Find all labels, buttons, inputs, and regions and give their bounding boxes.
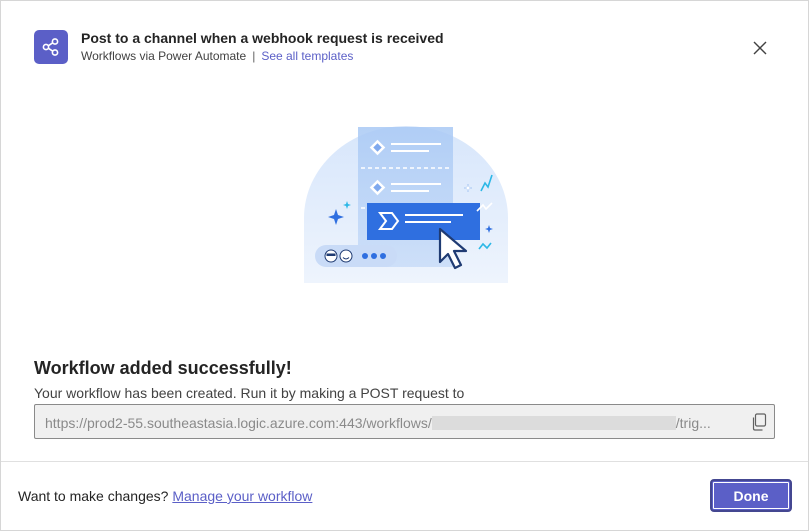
workflow-dialog: Post to a channel when a webhook request… xyxy=(0,0,809,531)
footer-question: Want to make changes? xyxy=(18,488,169,504)
see-all-templates-link[interactable]: See all templates xyxy=(261,49,353,63)
subtitle-source: Workflows via Power Automate xyxy=(81,49,247,63)
dialog-header: Post to a channel when a webhook request… xyxy=(34,30,444,64)
close-icon xyxy=(753,41,767,55)
url-redacted-segment xyxy=(431,416,676,430)
copy-url-button[interactable] xyxy=(749,412,769,432)
dialog-title: Post to a channel when a webhook request… xyxy=(81,30,444,46)
close-button[interactable] xyxy=(748,36,772,60)
webhook-url-text[interactable]: https://prod2-55.southeastasia.logic.azu… xyxy=(45,415,735,431)
footer-divider xyxy=(1,461,808,462)
success-description: Your workflow has been created. Run it b… xyxy=(34,385,465,401)
footer-prompt: Want to make changes? Manage your workfl… xyxy=(18,488,312,504)
done-button[interactable]: Done xyxy=(710,479,792,512)
manage-workflow-link[interactable]: Manage your workflow xyxy=(172,488,312,504)
webhook-url-field[interactable]: https://prod2-55.southeastasia.logic.azu… xyxy=(34,404,775,439)
url-prefix: https://prod2-55.southeastasia.logic.azu… xyxy=(45,415,432,431)
url-suffix: /trig... xyxy=(675,415,711,431)
copy-icon xyxy=(752,413,767,431)
success-title: Workflow added successfully! xyxy=(34,358,292,378)
subtitle-separator: | xyxy=(252,49,256,63)
share-nodes-icon xyxy=(34,30,68,64)
dialog-subtitle: Workflows via Power Automate | See all tem… xyxy=(81,48,444,64)
more-dots-icon xyxy=(362,253,386,259)
workflow-illustration xyxy=(301,123,511,283)
